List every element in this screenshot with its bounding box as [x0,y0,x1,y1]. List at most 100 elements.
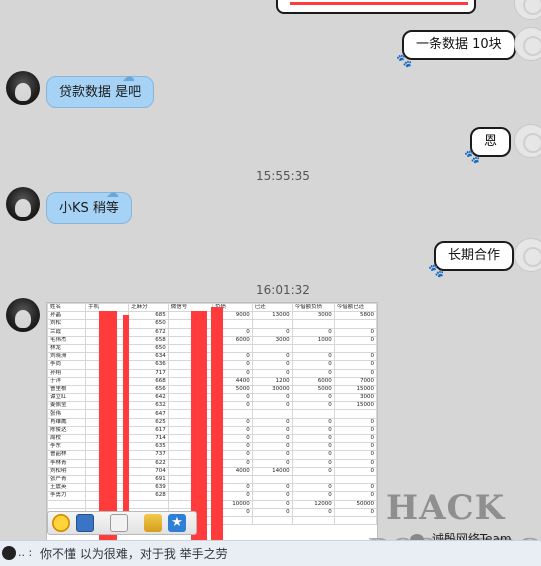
avatar-left[interactable] [6,71,40,105]
table-cell: 兰霞 [47,327,87,337]
table-cell [251,409,293,419]
paw-icon: 🐾 [396,54,413,69]
cloud-icon: ☁ [106,186,119,201]
table-cell: 0 [251,433,293,444]
watermark-hack: HACK [386,488,506,528]
avatar-right[interactable] [514,27,541,61]
avatar-right[interactable] [514,238,541,272]
table-cell: 李尚 [47,360,87,370]
avatar-left[interactable] [6,187,40,221]
table-cell: 毛伟杰 [47,335,87,345]
avatar-right[interactable] [514,124,541,158]
image-viewer-toolbar: ★ [47,511,197,535]
table-cell: 0 [251,483,293,493]
table-cell: 0 [251,368,293,378]
table-cell: 孙翔 [47,368,87,378]
table-cell: 0 [251,499,293,509]
table-cell: 0 [291,417,335,427]
table-cell: 曹韶林 [47,450,87,460]
table-cell: 孙晶 [47,311,87,321]
timestamp: 15:55:35 [256,169,310,183]
table-cell: 于洋 [47,376,87,386]
table-cell: 639 [128,483,169,493]
avatar-right[interactable] [514,0,541,20]
table-cell: 张伟 [47,409,87,419]
timestamp: 16:01:32 [256,283,310,297]
table-cell: 0 [251,417,293,427]
table-cell: 0 [251,360,293,370]
table-cell: 5800 [333,311,377,321]
table-cell: 5000 [291,384,335,395]
table-cell: 0 [333,491,377,501]
table-cell [333,409,377,419]
table-header-cell: 姓名 [47,303,87,313]
table-cell: 李东 [47,442,87,452]
table-cell: 林龙 [47,343,87,354]
table-cell: 625 [128,417,169,427]
table-cell: 14000 [251,466,293,476]
table-cell [333,474,377,485]
table-cell: 737 [128,450,169,460]
table-cell [251,474,293,485]
status-avatar [2,546,16,560]
redaction-phone-column [99,311,117,541]
table-cell: 王震英 [47,483,87,493]
emoji-icon[interactable] [52,514,70,532]
folder-icon[interactable] [144,514,162,532]
redaction-phone-column [123,315,129,535]
table-cell: 0 [291,368,335,378]
table-cell: 7000 [333,376,377,386]
table-cell [333,515,377,526]
table-cell [251,343,293,354]
paw-icon: 🐾 [428,264,445,279]
table-cell: 谭立红 [47,393,87,403]
table-cell: 0 [291,327,335,337]
status-prefix: .. : [18,546,33,559]
table-cell: 634 [128,352,169,362]
star-icon[interactable]: ★ [168,514,186,532]
table-cell: 0 [251,352,293,362]
table-cell: 0 [333,450,377,460]
table-cell: 658 [128,335,169,345]
table-cell: 李林青 [47,458,87,468]
table-cell: 0 [333,425,377,436]
table-cell: 3000 [291,311,335,321]
table-cell: 0 [251,327,293,337]
table-cell [291,343,335,354]
table-cell: 0 [333,458,377,468]
table-cell: 张严青 [47,474,87,485]
message-out-cropped [276,0,476,14]
save-icon[interactable] [76,514,94,532]
table-cell: 668 [128,376,169,386]
table-cell: 647 [128,409,169,419]
table-cell: 691 [128,474,169,485]
table-cell: 0 [291,458,335,468]
table-cell: 0 [333,507,377,517]
table-cell: 刘松明 [47,466,87,476]
table-cell: 0 [291,352,335,362]
table-cell: 刘松 [47,319,87,329]
table-cell: 6000 [291,376,335,386]
message-out-bubble: 长期合作 [434,241,515,271]
spreadsheet-image[interactable]: 姓名手机芝麻分微信号负债已还今借额负债今借额已还 孙晶6859000130003… [46,302,378,542]
table-cell: 636 [128,360,169,370]
table-cell: 632 [128,401,169,411]
table-cell: 0 [333,335,377,345]
table-cell [128,499,169,509]
table-header-cell: 今借额负债 [291,303,335,313]
table-cell [291,409,335,419]
table-cell [333,319,377,329]
table-header-cell: 今借额已还 [333,303,377,313]
table-cell: 12000 [291,499,335,509]
paw-icon: 🐾 [464,150,481,165]
table-cell: 15000 [333,384,377,395]
table-cell: 姜佩莹 [47,401,87,411]
table-cell: 0 [251,393,293,403]
message-out-bubble: 一条数据 10块 [402,30,516,60]
table-cell: 0 [251,425,293,436]
table-cell: 30000 [251,384,293,395]
table-cell: 15000 [333,401,377,411]
table-cell: 13000 [251,311,293,321]
edit-icon[interactable] [110,514,128,532]
avatar-left[interactable] [6,298,40,332]
